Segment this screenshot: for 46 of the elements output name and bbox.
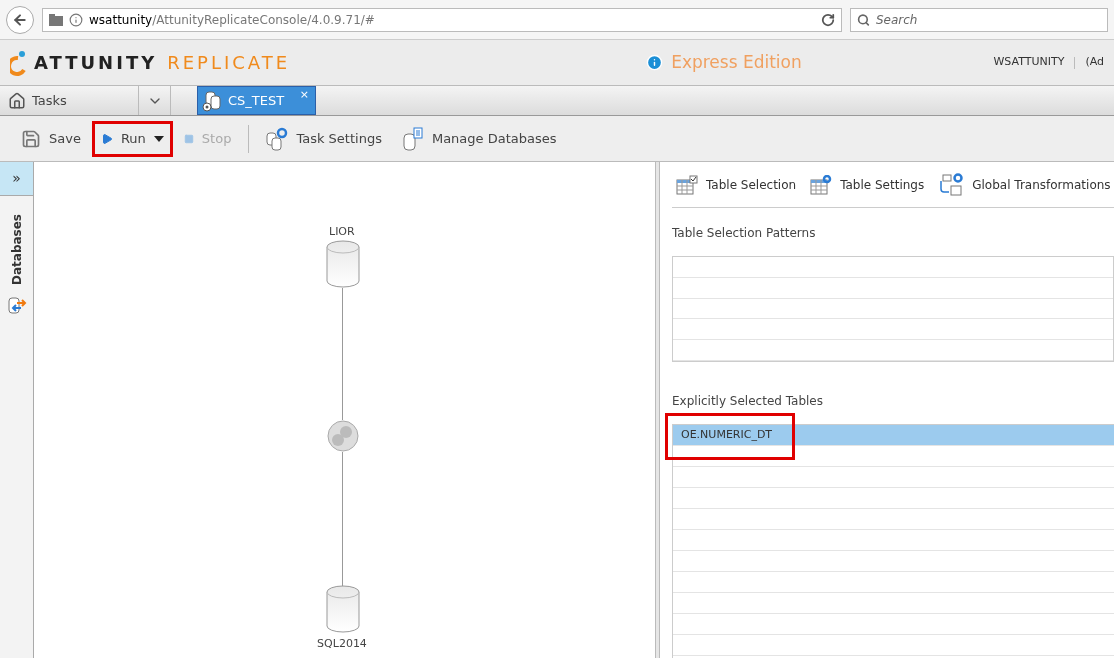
user-role: (Ad bbox=[1085, 54, 1104, 71]
search-field[interactable]: Search bbox=[850, 7, 1108, 32]
section-title: Explicitly Selected Tables bbox=[672, 393, 824, 410]
expand-sidebar-button[interactable]: » bbox=[0, 162, 33, 196]
user-name: WSATTUNITY bbox=[993, 54, 1065, 71]
address-field[interactable]: wsattunity/AttunityReplicateConsole/4.0.9.71/# bbox=[42, 7, 842, 32]
selection-tab[interactable]: Table Selection bbox=[676, 174, 797, 195]
database-list-icon bbox=[401, 126, 424, 151]
source-endpoint-label: LIOR bbox=[329, 224, 353, 240]
save-button[interactable]: Save bbox=[12, 120, 90, 157]
transform-icon bbox=[938, 172, 965, 197]
databases-icon bbox=[202, 89, 224, 112]
edition-label: Express Edition bbox=[671, 50, 802, 74]
floppy-icon bbox=[21, 128, 41, 149]
settings-tab[interactable]: Table Settings bbox=[810, 174, 925, 195]
gears-node bbox=[327, 420, 359, 452]
info-icon bbox=[69, 12, 83, 27]
table-row[interactable]: OE.NUMERIC_DT bbox=[673, 425, 1114, 446]
tab-label: CS_TEST bbox=[228, 91, 285, 110]
logo-product-text: REPLICATE bbox=[167, 51, 291, 75]
info-icon bbox=[646, 54, 664, 71]
settings-button[interactable]: Task Settings bbox=[257, 120, 391, 157]
search-input[interactable]: Search bbox=[875, 10, 1101, 29]
back-button[interactable] bbox=[6, 5, 34, 34]
stop-icon bbox=[183, 133, 194, 144]
transform-tab[interactable]: Global Transformations bbox=[938, 172, 1111, 197]
address-text: wsattunity/AttunityReplicateConsole/4.0.9.71/# bbox=[89, 11, 376, 29]
play-icon bbox=[100, 132, 113, 145]
database-arrows-icon[interactable] bbox=[6, 295, 27, 315]
source-database-node bbox=[326, 240, 360, 288]
databases-gear-icon bbox=[266, 126, 289, 151]
caret-icon bbox=[153, 135, 164, 142]
table-check-icon bbox=[676, 174, 698, 195]
databases-label[interactable]: Databases bbox=[7, 214, 26, 285]
logo-icon bbox=[10, 49, 28, 76]
run-button[interactable]: Run bbox=[91, 120, 173, 157]
databases-button[interactable]: Manage Databases bbox=[392, 120, 566, 157]
target-database-node bbox=[326, 585, 360, 633]
home-icon bbox=[8, 91, 26, 110]
tasks-home-button[interactable]: Tasks bbox=[0, 86, 139, 115]
logo-text: ATTUNITY bbox=[34, 51, 158, 75]
reload-icon[interactable] bbox=[821, 12, 835, 27]
section-title: Table Selection Patterns bbox=[672, 225, 817, 242]
table-gear-icon bbox=[810, 174, 833, 195]
search-icon bbox=[857, 12, 870, 27]
target-endpoint-label: SQL2014 bbox=[316, 636, 368, 652]
